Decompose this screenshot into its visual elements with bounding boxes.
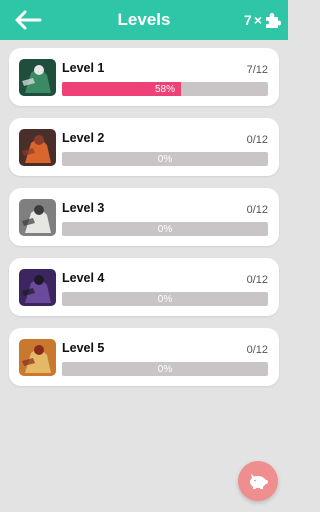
- pieces-counter: 7 ×: [244, 0, 282, 40]
- piggy-bank-icon: [250, 474, 268, 489]
- top-app-bar: Levels 7 ×: [0, 0, 288, 40]
- level-piece-count: 0/12: [246, 344, 268, 356]
- level-card[interactable]: Level 3 0/12 0%: [9, 188, 279, 246]
- level-progress-bar: 58%: [62, 82, 268, 96]
- piggy-bank-button[interactable]: [238, 461, 278, 501]
- level-title: Level 2: [62, 131, 105, 145]
- level-thumbnail: [19, 269, 56, 306]
- puzzle-piece-icon: [266, 13, 281, 28]
- level-progress-bar: 0%: [62, 362, 268, 376]
- level-thumbnail: [19, 59, 56, 96]
- level-piece-count: 7/12: [246, 64, 268, 76]
- pieces-count: 7: [244, 12, 252, 28]
- level-card[interactable]: Level 4 0/12 0%: [9, 258, 279, 316]
- level-progress-text: 0%: [157, 293, 173, 305]
- level-progress-text: 58%: [154, 83, 175, 95]
- level-progress-text: 0%: [157, 363, 173, 375]
- level-thumbnail: [19, 199, 56, 236]
- level-title: Level 1: [62, 61, 105, 75]
- level-thumbnail: [19, 129, 56, 166]
- level-progress-bar: 0%: [62, 222, 268, 236]
- level-card[interactable]: Level 1 7/12 58%: [9, 48, 279, 106]
- level-piece-count: 0/12: [246, 204, 268, 216]
- level-progress-bar: 0%: [62, 292, 268, 306]
- level-piece-count: 0/12: [246, 274, 268, 286]
- level-progress-text: 0%: [157, 223, 173, 235]
- level-thumbnail: [19, 339, 56, 376]
- level-card[interactable]: Level 2 0/12 0%: [9, 118, 279, 176]
- level-title: Level 3: [62, 201, 105, 215]
- level-progress-text: 0%: [157, 153, 173, 165]
- level-card[interactable]: Level 5 0/12 0%: [9, 328, 279, 386]
- pieces-times: ×: [253, 12, 262, 28]
- level-title: Level 5: [62, 341, 105, 355]
- level-progress-bar: 0%: [62, 152, 268, 166]
- level-title: Level 4: [62, 271, 105, 285]
- level-piece-count: 0/12: [246, 134, 268, 146]
